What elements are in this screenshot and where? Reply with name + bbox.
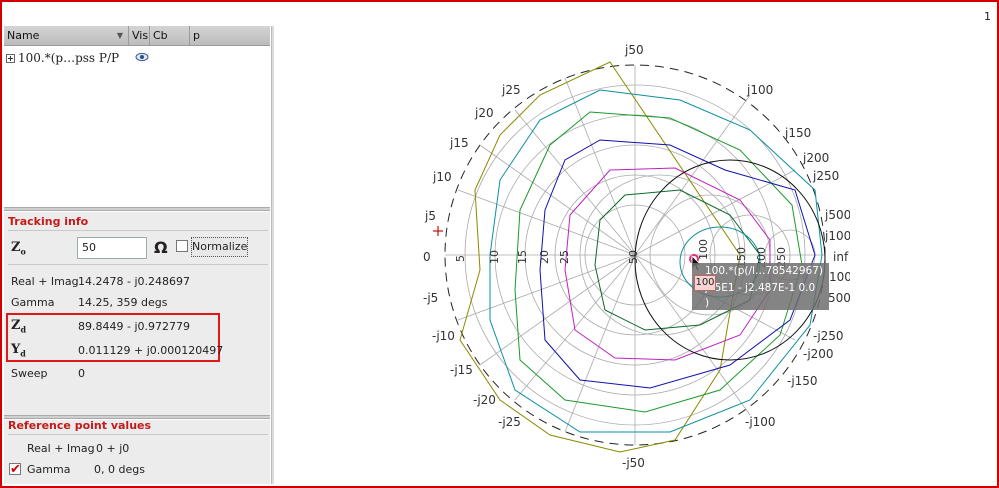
- yd-label: Yd: [11, 342, 26, 359]
- tracking-title: Tracking info: [8, 215, 89, 228]
- label-j25: j25: [501, 83, 521, 97]
- zd-value: 89.8449 - j0.972779: [78, 320, 190, 333]
- column-vis[interactable]: Vis: [129, 26, 150, 46]
- expand-icon[interactable]: [6, 54, 15, 63]
- panel-splitter[interactable]: [271, 26, 274, 484]
- divider: [8, 264, 268, 265]
- label-j100: j100: [746, 83, 773, 97]
- label-minus-j150: -j150: [787, 374, 818, 388]
- tooltip-line-2: j25E1 - j2.487E-1 0.0: [705, 282, 816, 294]
- z0-label: Zo: [11, 240, 26, 257]
- real-imag-value: 14.2478 - j0.248697: [78, 275, 190, 288]
- reference-title: Reference point values: [8, 419, 152, 432]
- column-name[interactable]: Name ▼: [4, 26, 129, 46]
- gamma-value: 14.25, 359 degs: [78, 296, 168, 309]
- label-j20: j20: [474, 106, 494, 120]
- real-imag-label: Real + Imag: [11, 275, 79, 288]
- label-j200: j200: [802, 151, 829, 165]
- left-panel: Name ▼ Vis Cb p 100.*(p…pss P/P Tracking…: [4, 26, 270, 484]
- eye-icon[interactable]: [135, 52, 149, 62]
- gamma-label: Gamma: [11, 296, 55, 309]
- label-j50: j50: [624, 43, 644, 57]
- label-r10: 10: [488, 250, 501, 264]
- tooltip-line-1: 100.*(p(/l…78542967): [705, 265, 823, 277]
- label-r100: 100: [697, 239, 710, 260]
- label-minus-j5: -j5: [423, 291, 438, 305]
- label-j10: j10: [432, 170, 452, 184]
- smith-chart[interactable]: j50 j100 j150 j200 j250 j500 j1000 inf 1…: [420, 40, 850, 470]
- sort-arrow-icon: ▼: [116, 31, 123, 40]
- label-minus-j15: -j15: [450, 363, 473, 377]
- column-p[interactable]: p: [190, 26, 270, 46]
- marker-badge: 100: [694, 275, 716, 291]
- divider: [8, 434, 268, 435]
- ref-gamma-value: 0, 0 degs: [94, 463, 145, 476]
- label-j15: j15: [449, 136, 469, 150]
- label-500: 500: [828, 291, 850, 305]
- label-minus-j20: -j20: [473, 393, 496, 407]
- label-inf: inf: [833, 250, 849, 264]
- tree-header: Name ▼ Vis Cb p: [4, 26, 270, 46]
- label-minus-j50: -j50: [622, 456, 645, 470]
- splitter[interactable]: [4, 207, 270, 211]
- tree-row[interactable]: 100.*(p…pss P/P: [6, 49, 119, 67]
- ref-real-imag-label: Real + Imag: [27, 442, 95, 455]
- label-r20: 20: [538, 250, 551, 264]
- ohm-unit: Ω: [154, 238, 168, 257]
- label-r5: 5: [454, 255, 467, 262]
- label-r15: 15: [516, 250, 529, 264]
- label-minus-j100: -j100: [745, 415, 776, 429]
- label-j150: j150: [784, 126, 811, 140]
- column-name-label: Name: [7, 29, 40, 42]
- label-j500: j500: [824, 208, 850, 222]
- label-j1000: j1000: [824, 229, 850, 243]
- ref-real-imag-value: 0 + j0: [96, 442, 130, 455]
- gamma-checkbox[interactable]: ✔: [9, 463, 21, 476]
- label-r25: 25: [558, 250, 571, 264]
- label-j250: j250: [812, 169, 839, 183]
- label-minus-j25: -j25: [498, 415, 521, 429]
- sweep-label: Sweep: [11, 367, 48, 380]
- label-1000: 1000: [829, 270, 850, 284]
- yd-value: 0.011129 + j0.000120497: [78, 344, 224, 357]
- column-cb[interactable]: Cb: [150, 26, 190, 46]
- label-j5: j5: [424, 209, 436, 223]
- tree-row-name: 100.*(p…pss P/P: [18, 51, 120, 65]
- label-minus-j250: -j250: [813, 329, 844, 343]
- label-minus-j10: -j10: [432, 329, 455, 343]
- normalize-checkbox[interactable]: [176, 240, 188, 252]
- sweep-value: 0: [78, 367, 85, 380]
- z0-input[interactable]: 50: [77, 237, 147, 259]
- ref-gamma-label: Gamma: [27, 463, 71, 476]
- reference-cross-icon: [433, 226, 443, 236]
- corner-number: 1: [984, 10, 991, 23]
- normalize-button[interactable]: Normalize: [191, 237, 248, 257]
- divider: [8, 230, 268, 231]
- tooltip-line-3: ): [705, 297, 710, 309]
- label-r50: 50: [627, 250, 640, 264]
- label-zero: 0: [423, 250, 431, 264]
- label-minus-j200: -j200: [803, 347, 834, 361]
- zd-label: Zd: [11, 318, 27, 335]
